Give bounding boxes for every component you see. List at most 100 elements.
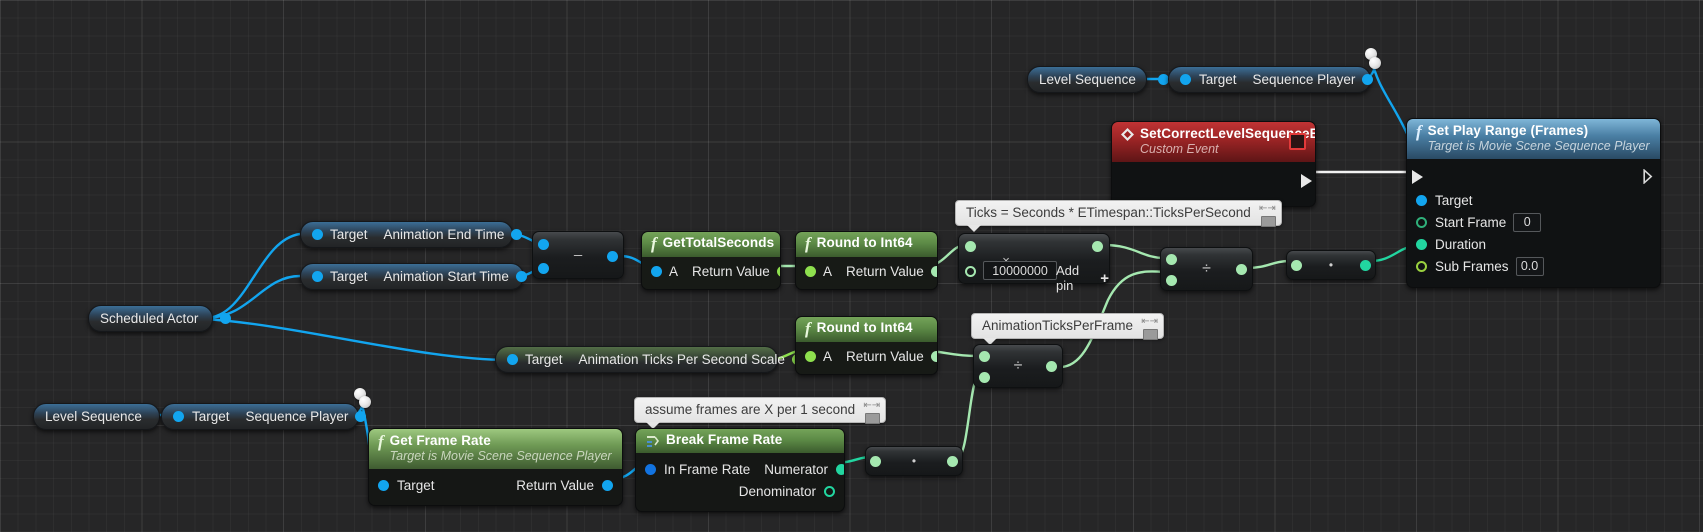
function-icon: f	[1416, 122, 1422, 141]
divide-mid-output-pin[interactable]	[1046, 361, 1057, 372]
break-struct-icon	[645, 435, 660, 448]
input-a-pin[interactable]	[805, 265, 816, 277]
set-play-range-exec-row	[1407, 165, 1660, 189]
subtract-input-a-pin[interactable]	[538, 239, 549, 250]
wire-reroute-knot-bottom-2[interactable]	[359, 396, 371, 408]
comment-pin-icon[interactable]: ⇤⇥	[1259, 204, 1276, 214]
input-a-pin[interactable]	[651, 265, 662, 277]
comment-animation-ticks-per-frame[interactable]: AnimationTicksPerFrame ⇤⇥	[971, 313, 1165, 345]
int-pin[interactable]	[1416, 216, 1427, 228]
multiply-bottom-output-pin[interactable]	[947, 456, 958, 467]
target-input-pin[interactable]	[312, 271, 323, 282]
struct-pin[interactable]	[1416, 238, 1427, 250]
round-to-int64-bottom-return-label: Return Value	[846, 348, 924, 364]
target-pin[interactable]	[378, 479, 389, 491]
multiply-output-pin[interactable]	[1092, 241, 1103, 252]
comment-assume-frames[interactable]: assume frames are X per 1 second ⇤⇥	[634, 397, 887, 429]
node-animation-end-time[interactable]: Target Animation End Time	[300, 221, 523, 248]
subtract-output-pin[interactable]	[607, 251, 618, 262]
node-break-frame-rate[interactable]: Break Frame Rate In Frame Rate Numerator…	[635, 428, 845, 512]
divide-top-output-pin[interactable]	[1236, 264, 1247, 275]
multiply-small-input-pin[interactable]	[1291, 260, 1302, 271]
animation-end-time-output-pin[interactable]	[511, 229, 523, 240]
set-play-range-pin-duration[interactable]: Duration	[1407, 233, 1660, 255]
event-exec-output-pin[interactable]	[1301, 174, 1312, 189]
set-play-range-title-bar: f Set Play Range (Frames) Target is Movi…	[1407, 119, 1660, 160]
multiply-bottom-input-pin[interactable]	[870, 456, 881, 467]
comment-animation-ticks-per-frame-text: AnimationTicksPerFrame	[982, 318, 1134, 333]
node-divide-mid[interactable]: ÷	[973, 344, 1063, 388]
multiply-input-b-pin[interactable]	[965, 266, 976, 277]
divide-top-input-b-pin[interactable]	[1166, 275, 1177, 286]
comment-pin-icon[interactable]: ⇤⇥	[863, 401, 880, 411]
node-divide-top[interactable]: ÷	[1160, 247, 1253, 291]
add-pin-label: Add pin	[1056, 263, 1080, 293]
node-multiply[interactable]: × 10000000 Add pin +	[958, 233, 1110, 293]
round-to-int64-top-title-bar: f Round to Int64	[796, 232, 937, 257]
node-sequence-player-bottom[interactable]: Target Sequence Player	[161, 403, 367, 430]
set-play-range-pin-sub-frames[interactable]: Sub Frames 0.0	[1407, 255, 1660, 277]
return-value-pin[interactable]	[602, 479, 613, 491]
comment-pin-icon[interactable]: ⇤⇥	[1141, 317, 1158, 327]
multiply-small-output-pin[interactable]	[1360, 260, 1371, 271]
get-frame-rate-title-bar: f Get Frame Rate Target is Movie Scene S…	[369, 429, 622, 470]
node-animation-start-time[interactable]: Target Animation Start Time	[300, 263, 527, 290]
node-multiply-small[interactable]: •	[1286, 250, 1376, 280]
node-round-to-int64-top[interactable]: f Round to Int64 A Return Value	[795, 231, 938, 290]
exec-output-pin[interactable]	[1643, 169, 1656, 185]
node-subtract[interactable]: –	[532, 231, 624, 279]
comment-resize-icon[interactable]	[1143, 329, 1159, 340]
target-input-pin[interactable]	[173, 411, 184, 422]
node-level-sequence-top[interactable]: Level Sequence	[1027, 66, 1169, 93]
return-value-pin[interactable]	[776, 265, 780, 277]
scheduled-actor-output-pin[interactable]	[220, 313, 232, 324]
node-sequence-player-top[interactable]: Target Sequence Player	[1168, 66, 1374, 93]
wire-reroute-knot-top-2[interactable]	[1369, 57, 1381, 69]
break-frame-rate-input-label: In Frame Rate	[664, 461, 751, 477]
animation-start-time-output-pin[interactable]	[515, 271, 527, 282]
node-level-sequence-bottom[interactable]: Level Sequence	[33, 403, 175, 430]
multiply-operand-input[interactable]: 10000000	[983, 261, 1057, 280]
set-play-range-pin-start-frame[interactable]: Start Frame 0	[1407, 211, 1660, 233]
input-a-pin[interactable]	[805, 350, 816, 362]
blueprint-graph-canvas[interactable]: Level Sequence Target Sequence Player Se…	[0, 0, 1703, 532]
event-delegate-pin[interactable]	[1289, 133, 1306, 150]
start-frame-input[interactable]: 0	[1513, 212, 1542, 232]
sub-frames-input[interactable]: 0.0	[1515, 256, 1544, 276]
node-custom-event[interactable]: SetCorrectLevelSequenceEnd Custom Event	[1111, 121, 1316, 208]
node-get-total-seconds[interactable]: f GetTotalSeconds A Return Value	[641, 231, 781, 290]
node-scheduled-actor[interactable]: Scheduled Actor	[88, 305, 232, 332]
in-frame-rate-pin[interactable]	[645, 463, 656, 475]
node-animation-ticks-per-second-scale[interactable]: Target Animation Ticks Per Second Scale	[495, 346, 803, 373]
sequence-player-output-pin[interactable]	[355, 411, 367, 422]
exec-input-pin[interactable]	[1412, 170, 1423, 185]
comment-resize-icon[interactable]	[865, 413, 881, 424]
numerator-pin[interactable]	[836, 463, 844, 475]
denominator-pin[interactable]	[824, 485, 835, 497]
return-value-pin[interactable]	[930, 265, 937, 277]
divide-mid-input-a-pin[interactable]	[979, 351, 990, 362]
node-sequence-player-bottom-input-label: Target	[192, 409, 230, 424]
node-multiply-bottom[interactable]: •	[865, 446, 963, 476]
multiply-input-a-pin[interactable]	[965, 241, 976, 252]
comment-ticks-formula[interactable]: Ticks = Seconds * ETimespan::TicksPerSec…	[955, 200, 1282, 232]
divide-top-input-a-pin[interactable]	[1166, 254, 1177, 265]
round-to-int64-bottom-title: Round to Int64	[816, 320, 913, 335]
sequence-player-output-pin[interactable]	[1362, 74, 1374, 85]
divide-mid-input-b-pin[interactable]	[979, 372, 990, 383]
multiply-add-pin-button[interactable]: Add pin +	[1056, 263, 1109, 293]
comment-resize-icon[interactable]	[1260, 216, 1276, 227]
target-pin[interactable]	[1416, 194, 1427, 206]
float-pin[interactable]	[1416, 260, 1427, 272]
target-input-pin[interactable]	[312, 229, 323, 240]
set-play-range-pin-target[interactable]: Target	[1407, 189, 1660, 211]
subtract-input-b-pin[interactable]	[538, 263, 549, 274]
round-to-int64-top-title: Round to Int64	[816, 235, 913, 250]
target-input-pin[interactable]	[507, 354, 518, 365]
node-get-frame-rate[interactable]: f Get Frame Rate Target is Movie Scene S…	[368, 428, 623, 507]
node-set-play-range-frames[interactable]: f Set Play Range (Frames) Target is Movi…	[1406, 118, 1661, 289]
node-round-to-int64-bottom[interactable]: f Round to Int64 A Return Value	[795, 316, 938, 375]
target-input-pin[interactable]	[1180, 74, 1191, 85]
return-value-pin[interactable]	[930, 350, 937, 362]
round-to-int64-top-return-label: Return Value	[846, 263, 924, 279]
